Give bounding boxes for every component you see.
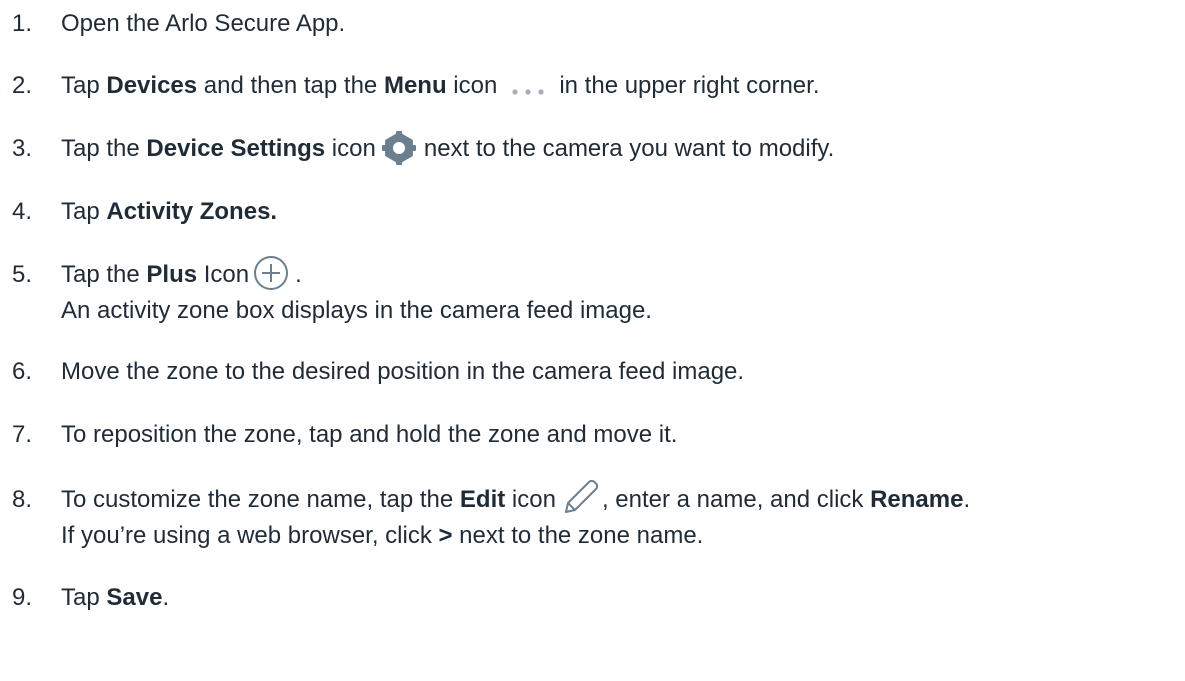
arrow-label: >: [438, 522, 453, 549]
step-text: Tap the Plus Icon.: [61, 255, 302, 293]
step-number: 8.: [12, 486, 33, 513]
step-note: An activity zone box displays in the cam…: [61, 297, 652, 324]
devices-label: Devices: [106, 72, 198, 99]
plus-circle-icon: [253, 255, 289, 291]
step-number: 3.: [12, 135, 33, 162]
step-note: If you’re using a web browser, click > n…: [61, 522, 704, 549]
step-number: 7.: [12, 421, 33, 448]
step-text: Tap the Device Settings icon next to the …: [61, 130, 834, 167]
step-text: Tap Devices and then tap the Menu icon in…: [61, 72, 820, 99]
step-text: Tap Save.: [61, 584, 170, 611]
ellipsis-icon: [499, 77, 557, 97]
rename-label: Rename: [870, 486, 964, 513]
step-text: To reposition the zone, tap and hold the…: [61, 421, 678, 448]
step-number: 9.: [12, 584, 33, 611]
device-settings-label: Device Settings: [146, 135, 326, 162]
gear-icon: [381, 130, 416, 165]
step-text: Move the zone to the desired position in…: [61, 358, 745, 385]
step-number: 4.: [12, 198, 33, 225]
step-text: Tap Activity Zones.: [61, 198, 278, 225]
step-number: 5.: [12, 261, 33, 288]
step-number: 2.: [12, 72, 33, 99]
edit-label: Edit: [459, 486, 506, 513]
step-text: Open the Arlo Secure App.: [61, 10, 346, 37]
save-label: Save: [106, 584, 163, 611]
step-text: To customize the zone name, tap the Edit…: [61, 479, 970, 518]
step-number: 6.: [12, 358, 33, 385]
plus-label: Plus: [146, 261, 198, 288]
step-number: 1.: [12, 10, 33, 37]
menu-label: Menu: [383, 72, 447, 99]
pencil-icon: [562, 478, 600, 516]
activity-zones-label: Activity Zones.: [106, 198, 278, 225]
